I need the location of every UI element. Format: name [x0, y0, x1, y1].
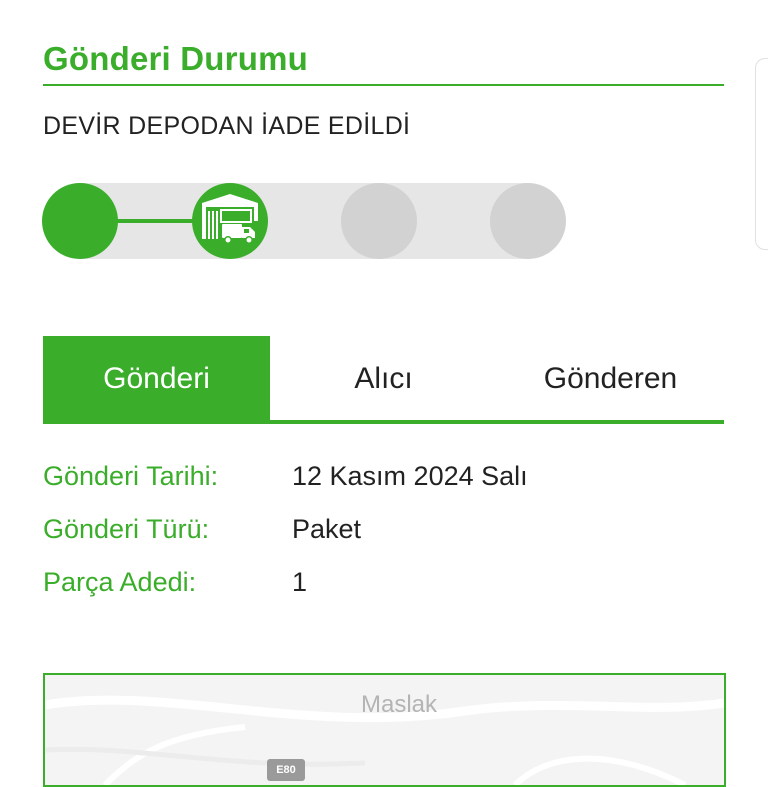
tabs-underline [43, 420, 724, 424]
tab-receiver[interactable]: Alıcı [270, 336, 497, 420]
detail-tabs: Gönderi Alıcı Gönderen [43, 336, 724, 424]
progress-step-1 [42, 183, 118, 259]
detail-value-count: 1 [292, 567, 308, 597]
tab-shipment[interactable]: Gönderi [43, 336, 270, 420]
location-map[interactable]: Maslak E80 [43, 673, 726, 787]
detail-value-type: Paket [292, 514, 362, 544]
progress-step-3 [341, 183, 417, 259]
page-title: Gönderi Durumu [43, 40, 308, 77]
detail-label-date: Gönderi Tarihi: [43, 461, 219, 491]
road-sign: E80 [267, 759, 305, 781]
warehouse-truck-icon [202, 194, 258, 244]
tab-sender[interactable]: Gönderen [497, 336, 724, 420]
detail-label-count: Parça Adedi: [43, 567, 197, 597]
map-place-label: Maslak [361, 691, 438, 718]
detail-label-type: Gönderi Türü: [43, 514, 210, 544]
detail-value-date: 12 Kasım 2024 Salı [292, 461, 528, 491]
side-panel-edge[interactable] [755, 58, 768, 250]
shipment-status: DEVİR DEPODAN İADE EDİLDİ [43, 112, 411, 140]
title-divider [43, 84, 724, 86]
progress-step-2 [192, 183, 268, 259]
progress-step-4 [490, 183, 566, 259]
